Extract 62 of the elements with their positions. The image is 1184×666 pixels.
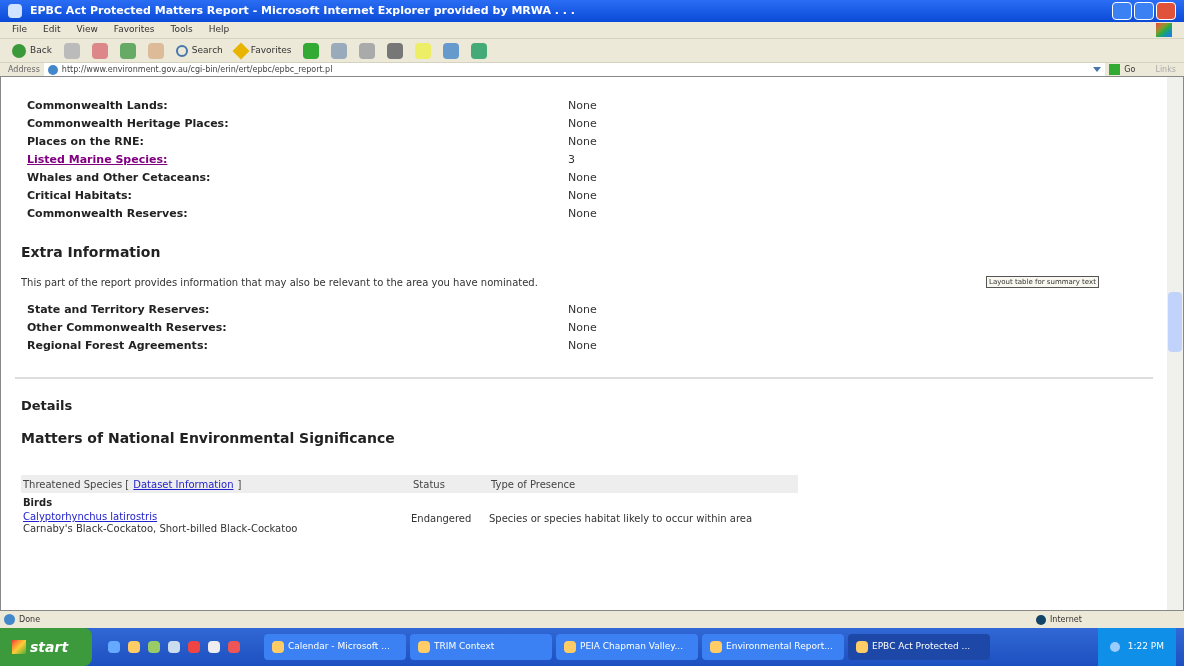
scroll-thumb[interactable] (1168, 292, 1182, 352)
taskbar-button[interactable]: Environmental Report... (702, 634, 844, 660)
common-name: Carnaby's Black-Cockatoo, Short-billed Black-Cockatoo (23, 523, 299, 535)
group-label: Birds (23, 495, 53, 510)
clock: 1:22 PM (1127, 640, 1164, 654)
taskbar-button[interactable]: EPBC Act Protected ... (848, 634, 990, 660)
table-cell-text: Endangered (411, 512, 473, 526)
menu-item[interactable]: Tools (170, 23, 193, 37)
summary-label: Whales and Other Cetaceans: (26, 169, 212, 186)
taskbar-button[interactable]: TRIM Context (410, 634, 552, 660)
menu-item[interactable]: Help (208, 23, 230, 37)
description-text: This part of the report provides information that may also be relevant to the area you have nominated. (21, 275, 539, 290)
column-header: Type of Presence (491, 477, 576, 492)
summary-label: Commonwealth Reserves: (26, 205, 189, 222)
summary-value: None (568, 169, 597, 186)
menu-item[interactable]: View (76, 23, 98, 37)
window-title: EPBC Act Protected Matters Report - Microsoft Internet Explorer provided by MRWA . . . (30, 2, 576, 19)
summary-value: None (568, 337, 597, 354)
summary-label: State and Territory Reserves: (26, 301, 211, 318)
table-cell-text: Species or species habitat likely to occur within area (489, 512, 753, 526)
back-button[interactable]: Back (12, 43, 52, 58)
status-text: Done (19, 613, 42, 626)
address-label: Address (8, 63, 40, 76)
column-header: Status (413, 477, 446, 492)
taskbar-button[interactable]: PEIA Chapman Valley... (556, 634, 698, 660)
summary-value: None (568, 301, 597, 318)
menu-item[interactable]: File (12, 23, 28, 37)
bracket-text: ] (237, 477, 242, 492)
column-header: Threatened Species [ (23, 477, 130, 492)
scrollbar[interactable] (1167, 77, 1183, 610)
favorites-button[interactable]: Favorites (234, 43, 292, 58)
summary-value: None (568, 115, 597, 132)
section-heading: Details (21, 396, 73, 415)
summary-value: None (568, 187, 597, 204)
taskbar-button[interactable]: Calendar - Microsoft ... (264, 634, 406, 660)
summary-link[interactable]: Listed Marine Species: (1, 151, 568, 169)
summary-value: None (568, 97, 597, 114)
summary-label: Other Commonwealth Reserves: (26, 319, 228, 336)
search-icon (175, 44, 188, 57)
go-button[interactable]: Go (1109, 63, 1136, 76)
summary-value: None (568, 205, 597, 222)
summary-value: None (568, 319, 597, 336)
search-button[interactable]: Search (175, 43, 223, 58)
start-button[interactable]: start (0, 628, 92, 666)
summary-label: Places on the RNE: (26, 133, 145, 150)
section-heading: Extra Information (21, 243, 161, 262)
menu-item[interactable]: Favorites (113, 23, 155, 37)
address-field[interactable]: http://www.environment.gov.au/cgi-bin/erin/ert/epbc/epbc_report.pl (43, 63, 1106, 76)
summary-label: Critical Habitats: (26, 187, 133, 204)
maximize-button[interactable] (1134, 2, 1154, 20)
summary-value: 3 (568, 151, 575, 168)
dataset-link[interactable]: Dataset Information (133, 476, 234, 492)
summary-label: Commonwealth Lands: (26, 97, 169, 114)
zone-text: Internet (1050, 613, 1083, 626)
summary-value: None (568, 133, 597, 150)
menu-item[interactable]: Edit (43, 23, 61, 37)
close-button[interactable] (1156, 2, 1176, 20)
section-heading: Matters of National Environmental Significance (21, 429, 395, 448)
species-link[interactable]: Calyptorhynchus latirostris (23, 511, 411, 523)
minimize-button[interactable] (1112, 2, 1132, 20)
summary-label: Commonwealth Heritage Places: (26, 115, 230, 132)
summary-label: Regional Forest Agreements: (26, 337, 209, 354)
